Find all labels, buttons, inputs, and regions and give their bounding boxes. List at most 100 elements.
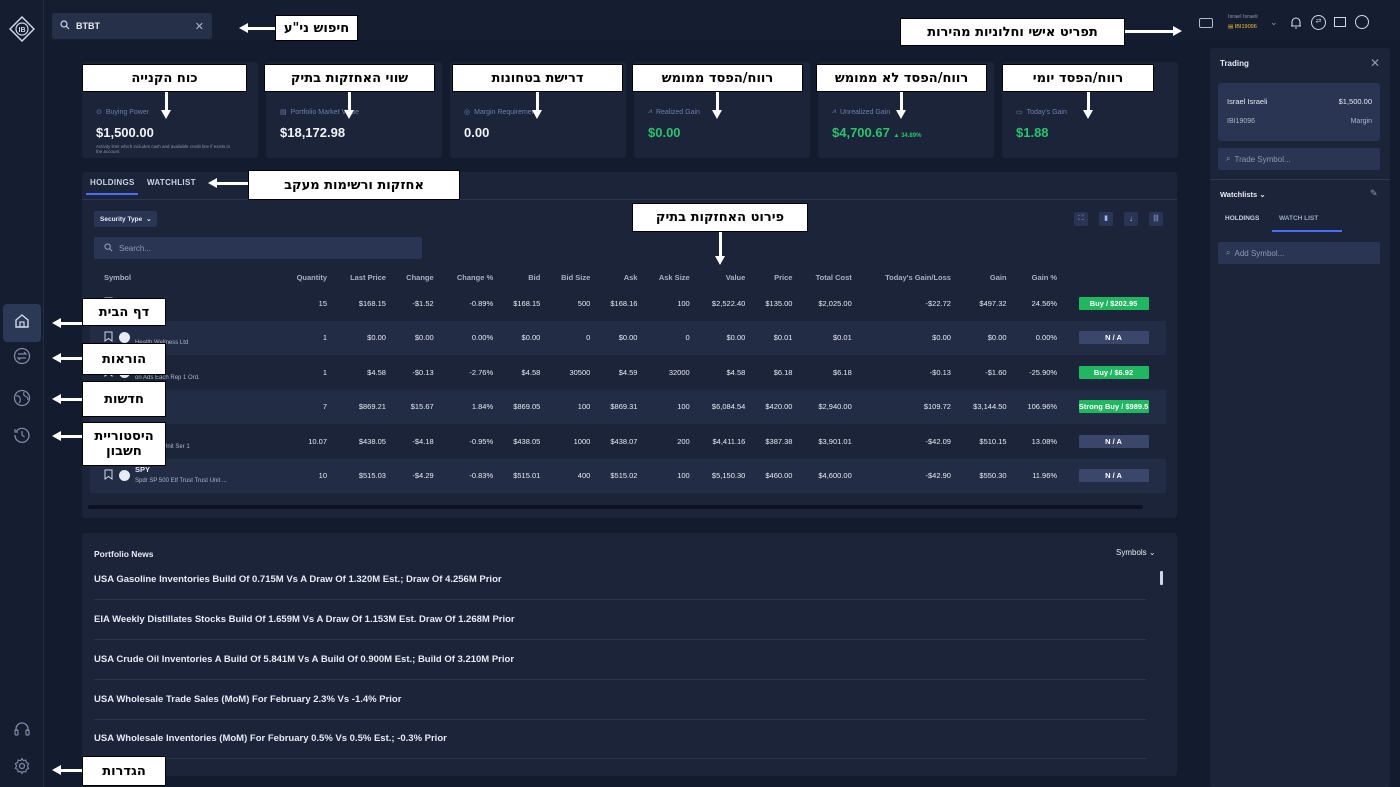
- column-header[interactable]: Ask: [594, 268, 641, 286]
- consensus-badge[interactable]: N / A: [1078, 331, 1149, 345]
- expand-icon[interactable]: ⛶: [1074, 212, 1088, 226]
- table-cell: 0: [641, 320, 694, 355]
- ib-logo[interactable]: IB: [8, 15, 36, 43]
- column-header[interactable]: Symbol: [90, 268, 279, 286]
- table-cell: $550.30: [954, 458, 1011, 493]
- table-cell: 400: [544, 458, 595, 493]
- table-cell: 200: [677, 436, 690, 446]
- table-cell: $438.05: [358, 436, 386, 446]
- bell-icon[interactable]: [1290, 16, 1302, 34]
- consensus-badge[interactable]: Buy / $6.92: [1078, 365, 1149, 379]
- buying-power-note: Activity limit which includes cash and a…: [96, 144, 231, 154]
- column-header[interactable]: Change: [390, 268, 438, 286]
- edit-icon[interactable]: ✎: [1370, 188, 1378, 199]
- tabs-divider: [82, 199, 1177, 200]
- orders-shortcut-icon[interactable]: ⇄: [1311, 15, 1326, 30]
- annotation-arrow: [719, 232, 722, 256]
- column-header[interactable]: Ask Size: [641, 268, 693, 286]
- clear-search-icon[interactable]: ✕: [195, 20, 204, 33]
- column-header[interactable]: Last Price: [331, 268, 390, 286]
- support-nav-button[interactable]: [10, 719, 34, 743]
- news-item[interactable]: EIA Weekly Distillates Stocks Build Of 1…: [94, 600, 1146, 640]
- news-item[interactable]: USA Gasoline Inventories Build Of 0.715M…: [94, 560, 1146, 600]
- consensus-badge[interactable]: Strong Buy / $989.5: [1078, 400, 1149, 414]
- tab-holdings[interactable]: HOLDINGS: [90, 178, 135, 187]
- consensus-cell: Buy / $202.95: [1061, 286, 1166, 321]
- table-row[interactable]: Qqq Trust Unit Ser 110.07$438.05-$4.18-0…: [90, 424, 1166, 459]
- table-cell: -0.83%: [437, 458, 498, 493]
- column-header[interactable]: Price: [749, 268, 796, 286]
- layout-icon[interactable]: [1334, 17, 1346, 27]
- download-icon[interactable]: ↓: [1124, 212, 1138, 226]
- account-id[interactable]: ▤ IBI19096: [1228, 24, 1257, 30]
- security-type-filter[interactable]: Security Type ⌄: [94, 211, 157, 227]
- trade-symbol-input[interactable]: ⌕ Trade Symbol...: [1218, 148, 1380, 170]
- news-item[interactable]: USA Wholesale Trade Sales (MoM) For Febr…: [94, 680, 1146, 720]
- table-cell: 1: [322, 367, 328, 377]
- news-item[interactable]: USA Wholesale Inventories (MoM) For Febr…: [94, 719, 1146, 759]
- columns-icon[interactable]: |||: [1149, 212, 1163, 226]
- annotation-arrowhead: [712, 110, 722, 119]
- close-icon[interactable]: ✕: [1370, 56, 1380, 70]
- trade-symbol-placeholder: Trade Symbol...: [1234, 154, 1291, 164]
- symbol-search-box[interactable]: ✕: [52, 13, 212, 39]
- chart-icon[interactable]: ▮: [1099, 212, 1113, 226]
- column-header[interactable]: Gain %: [1011, 268, 1062, 286]
- tab-watchlist[interactable]: WATCHLIST: [147, 178, 196, 187]
- column-header[interactable]: Bid Size: [544, 268, 594, 286]
- home-nav-button[interactable]: [3, 304, 41, 342]
- column-header[interactable]: Bid: [497, 268, 544, 286]
- column-header[interactable]: Gain: [955, 268, 1011, 286]
- horizontal-scrollbar[interactable]: [88, 505, 1143, 509]
- globe-shortcut-icon[interactable]: [1355, 15, 1369, 29]
- watchlists-dropdown[interactable]: Watchlists ⌄: [1220, 190, 1266, 199]
- table-cell: $6,084.54: [693, 389, 750, 424]
- column-header[interactable]: Change %: [438, 268, 497, 286]
- column-header[interactable]: Quantity: [279, 268, 331, 286]
- tab-panel-holdings[interactable]: HOLDINGS: [1225, 215, 1259, 222]
- buying-power-label-text: Buying Power: [105, 108, 150, 116]
- tab-panel-watchlist[interactable]: WATCH LIST: [1279, 215, 1318, 222]
- history-nav-button[interactable]: [10, 425, 34, 449]
- table-row[interactable]: AAPL15$168.15-$1.52-0.89%$168.15500$168.…: [90, 286, 1166, 321]
- consensus-badge[interactable]: N / A: [1078, 434, 1149, 448]
- table-cell: $4.59: [618, 367, 638, 377]
- holdings-search-box[interactable]: Search...: [94, 237, 422, 259]
- news-item[interactable]: USA Crude Oil Inventories A Build Of 5.8…: [94, 640, 1146, 680]
- annotation-search: חיפוש ני"ע: [275, 15, 358, 41]
- column-header[interactable]: Value: [694, 268, 750, 286]
- todays-gain-label-text: Today's Gain: [1026, 108, 1067, 116]
- annotation-profile-menu: תפריט אישי וחלוניות מהירות: [900, 18, 1125, 46]
- table-row[interactable]: Health Wellness Ltd1$0.00$0.000.00%$0.00…: [90, 320, 1166, 355]
- trend-icon: ⩘: [832, 108, 836, 115]
- table-row[interactable]: 7 $869.21 $15.67 1.84% $869.05 100 $869.31 100 $…: [90, 389, 1166, 424]
- security-type-filter-label: Security Type: [100, 215, 143, 223]
- table-row[interactable]: SPY Spdr SP 500 Etf Trust Trust Unit ... 1…: [90, 458, 1166, 493]
- consensus-badge[interactable]: Buy / $202.95: [1078, 296, 1149, 310]
- news-nav-button[interactable]: [10, 388, 34, 412]
- table-row[interactable]: on Ads Each Rep 1 Ord. 1 $4.58 -$0.13 -2.76%…: [90, 355, 1166, 390]
- account-card[interactable]: Israel Israeli $1,500.00 IBI19096 Margin: [1218, 83, 1380, 141]
- table-cell: 13.08%: [1031, 436, 1058, 446]
- column-header[interactable]: [1061, 268, 1166, 286]
- news-scrollbar[interactable]: [1160, 571, 1163, 585]
- card-icon[interactable]: [1199, 18, 1213, 28]
- table-cell: $4,411.16: [712, 436, 746, 446]
- settings-nav-button[interactable]: [10, 756, 34, 780]
- table-cell: 100: [641, 389, 694, 424]
- margin-value: 0.00: [464, 125, 490, 140]
- chevron-down-icon: ⌄: [146, 216, 152, 223]
- unrealized-amount: $4,700.67: [832, 125, 890, 140]
- consensus-badge[interactable]: N / A: [1078, 469, 1149, 483]
- add-symbol-input[interactable]: ⌕ Add Symbol...: [1218, 242, 1380, 264]
- column-header[interactable]: Total Cost: [796, 268, 855, 286]
- symbols-dropdown[interactable]: Symbols ⌄: [1116, 548, 1156, 557]
- symbol-search-input[interactable]: [76, 21, 176, 31]
- orders-nav-button[interactable]: [10, 346, 34, 370]
- account-id-text: IBI19096: [1234, 24, 1257, 30]
- chevron-down-icon[interactable]: ⌄: [1270, 17, 1278, 28]
- account-name[interactable]: Israel Israeli: [1228, 14, 1258, 20]
- column-header[interactable]: Today's Gain/Loss: [856, 268, 955, 286]
- bookmark-icon[interactable]: [104, 469, 113, 482]
- account-card-id: IBI19096: [1227, 118, 1256, 125]
